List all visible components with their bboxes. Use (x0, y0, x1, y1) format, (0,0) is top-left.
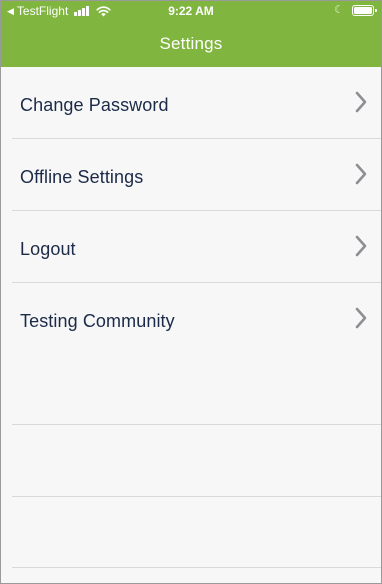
status-bar: ◀ TestFlight 9:22 AM ☾ (0, 0, 382, 22)
chevron-right-icon (355, 307, 367, 329)
settings-list: Change Password Offline Settings Logout … (0, 67, 382, 354)
chevron-right-icon (355, 235, 367, 257)
chevron-right-icon (355, 91, 367, 113)
settings-item-change-password[interactable]: Change Password (12, 67, 382, 139)
empty-row-separator (12, 424, 382, 425)
settings-screen: ◀ TestFlight 9:22 AM ☾ Settings Change P… (0, 0, 382, 584)
settings-item-offline-settings[interactable]: Offline Settings (12, 139, 382, 211)
battery-icon (352, 5, 377, 16)
status-bar-right: ☾ (334, 4, 377, 16)
settings-item-label: Offline Settings (20, 167, 144, 187)
settings-item-logout[interactable]: Logout (12, 211, 382, 283)
settings-item-testing-community[interactable]: Testing Community (12, 283, 382, 354)
chevron-right-icon (355, 163, 367, 185)
page-title: Settings (159, 34, 223, 53)
header-bar: ◀ TestFlight 9:22 AM ☾ Settings (0, 0, 382, 67)
settings-item-label: Logout (20, 239, 76, 259)
empty-row-separator (12, 496, 382, 497)
settings-item-label: Testing Community (20, 311, 175, 331)
settings-item-label: Change Password (20, 95, 169, 115)
status-time: 9:22 AM (168, 4, 214, 18)
do-not-disturb-moon-icon: ☾ (334, 4, 344, 16)
empty-row-separator (12, 567, 382, 568)
